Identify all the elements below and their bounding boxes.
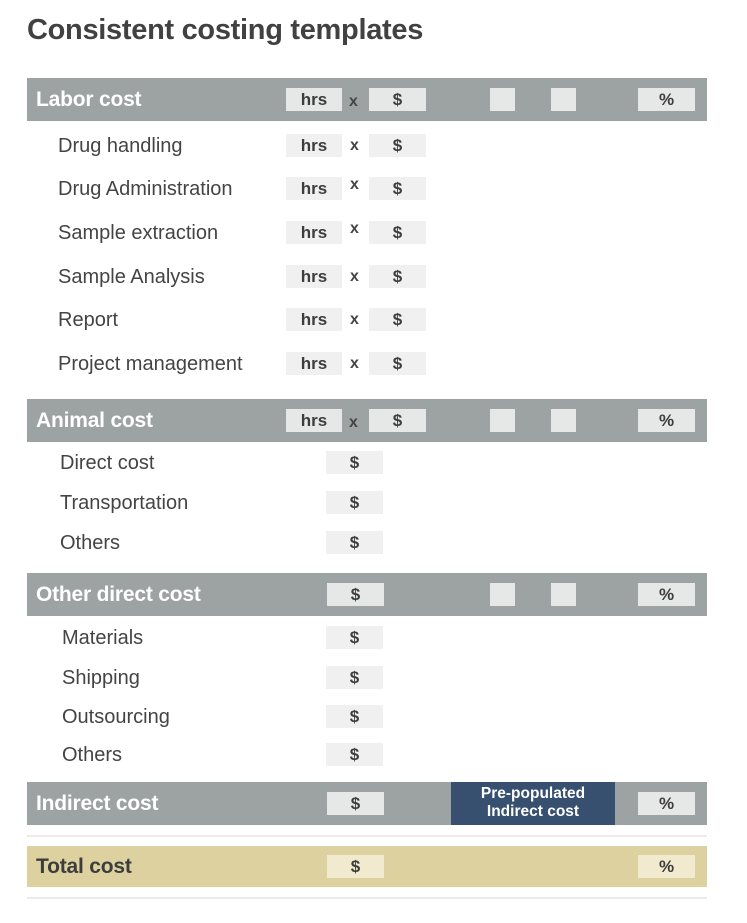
animal-cost-label: Animal cost — [36, 409, 153, 432]
amount-field[interactable]: $ — [326, 743, 383, 766]
labor-rate-field[interactable]: $ — [369, 88, 426, 111]
other-direct-item-label: Outsourcing — [62, 706, 170, 728]
labor-percent-field[interactable]: % — [638, 88, 695, 111]
animal-percent-field[interactable]: % — [638, 409, 695, 432]
labor-cost-label: Labor cost — [36, 88, 142, 111]
labor-item-row: Sample Analysis hrs x $ — [27, 265, 707, 289]
labor-item-label: Sample Analysis — [58, 266, 205, 288]
other-direct-item-row: Others $ — [27, 743, 707, 767]
indirect-percent-field[interactable]: % — [638, 792, 695, 815]
other-direct-blank-field-2[interactable] — [551, 583, 576, 606]
total-percent-field[interactable]: % — [638, 855, 695, 878]
prepopulated-line-2: Indirect cost — [486, 803, 580, 820]
multiply-sign: x — [349, 93, 358, 110]
prepopulated-line-1: Pre-populated — [480, 785, 586, 802]
labor-hours-field[interactable]: hrs — [286, 88, 342, 111]
amount-field[interactable]: $ — [326, 666, 383, 689]
total-amount-field[interactable]: $ — [327, 855, 384, 878]
multiply-sign: x — [350, 220, 359, 237]
amount-field[interactable]: $ — [326, 491, 383, 514]
rate-field[interactable]: $ — [369, 177, 426, 200]
other-direct-cost-label: Other direct cost — [36, 583, 201, 606]
indirect-cost-label: Indirect cost — [36, 792, 159, 815]
animal-rate-field[interactable]: $ — [369, 409, 426, 432]
animal-cost-header: Animal cost hrs x $ % — [27, 399, 707, 442]
animal-item-label: Others — [60, 532, 121, 554]
total-cost-label: Total cost — [36, 855, 132, 878]
other-direct-item-row: Shipping $ — [27, 666, 707, 690]
amount-field[interactable]: $ — [326, 531, 383, 554]
labor-item-row: Sample extraction hrs x $ — [27, 220, 707, 245]
multiply-sign: x — [350, 137, 359, 154]
labor-item-label: Sample extraction — [58, 222, 219, 244]
amount-field[interactable]: $ — [326, 705, 383, 728]
other-direct-item-row: Outsourcing $ — [27, 705, 707, 729]
multiply-sign: x — [350, 311, 359, 328]
amount-field[interactable]: $ — [326, 451, 383, 474]
other-direct-item-label: Shipping — [62, 667, 140, 689]
hours-field[interactable]: hrs — [286, 221, 342, 244]
labor-item-label: Project management — [58, 353, 243, 375]
other-direct-blank-field-1[interactable] — [490, 583, 515, 606]
amount-field[interactable]: $ — [326, 626, 383, 649]
hours-field[interactable]: hrs — [286, 134, 342, 157]
multiply-sign: x — [350, 355, 359, 372]
animal-item-label: Transportation — [60, 492, 189, 514]
labor-item-label: Drug handling — [58, 135, 183, 157]
prepopulated-indirect-cost-badge: Pre-populated Indirect cost — [451, 782, 615, 825]
divider — [27, 835, 707, 837]
multiply-sign: x — [350, 268, 359, 285]
other-direct-item-label: Materials — [62, 627, 144, 649]
rate-field[interactable]: $ — [369, 265, 426, 288]
labor-item-label: Drug Administration — [58, 178, 233, 200]
animal-item-row: Others $ — [27, 531, 707, 555]
rate-field[interactable]: $ — [369, 134, 426, 157]
total-cost-row: Total cost $ % — [27, 846, 707, 887]
animal-item-label: Direct cost — [60, 452, 155, 474]
hours-field[interactable]: hrs — [286, 265, 342, 288]
animal-item-row: Transportation $ — [27, 491, 707, 515]
hours-field[interactable]: hrs — [286, 352, 342, 375]
labor-item-row: Report hrs x $ — [27, 308, 707, 332]
page-title: Consistent costing templates — [27, 14, 424, 46]
labor-blank-field-2[interactable] — [551, 88, 576, 111]
rate-field[interactable]: $ — [369, 308, 426, 331]
animal-hours-field[interactable]: hrs — [286, 409, 342, 432]
animal-blank-field-2[interactable] — [551, 409, 576, 432]
other-direct-item-row: Materials $ — [27, 626, 707, 650]
other-direct-cost-header: Other direct cost $ % — [27, 573, 707, 616]
indirect-amount-field[interactable]: $ — [327, 792, 384, 815]
other-direct-amount-field[interactable]: $ — [327, 583, 384, 606]
labor-item-row: Project management hrs x $ — [27, 352, 707, 376]
labor-item-row: Drug handling hrs x $ — [27, 134, 707, 158]
rate-field[interactable]: $ — [369, 221, 426, 244]
divider — [27, 897, 707, 899]
multiply-sign: x — [349, 414, 358, 431]
hours-field[interactable]: hrs — [286, 308, 342, 331]
labor-cost-header: Labor cost hrs x $ % — [27, 78, 707, 121]
animal-item-row: Direct cost $ — [27, 451, 707, 475]
hours-field[interactable]: hrs — [286, 177, 342, 200]
multiply-sign: x — [350, 176, 359, 193]
labor-blank-field-1[interactable] — [490, 88, 515, 111]
other-direct-item-label: Others — [62, 744, 123, 766]
other-direct-percent-field[interactable]: % — [638, 583, 695, 606]
labor-item-row: Drug Administration hrs x $ — [27, 176, 707, 201]
rate-field[interactable]: $ — [369, 352, 426, 375]
animal-blank-field-1[interactable] — [490, 409, 515, 432]
labor-item-label: Report — [58, 309, 119, 331]
